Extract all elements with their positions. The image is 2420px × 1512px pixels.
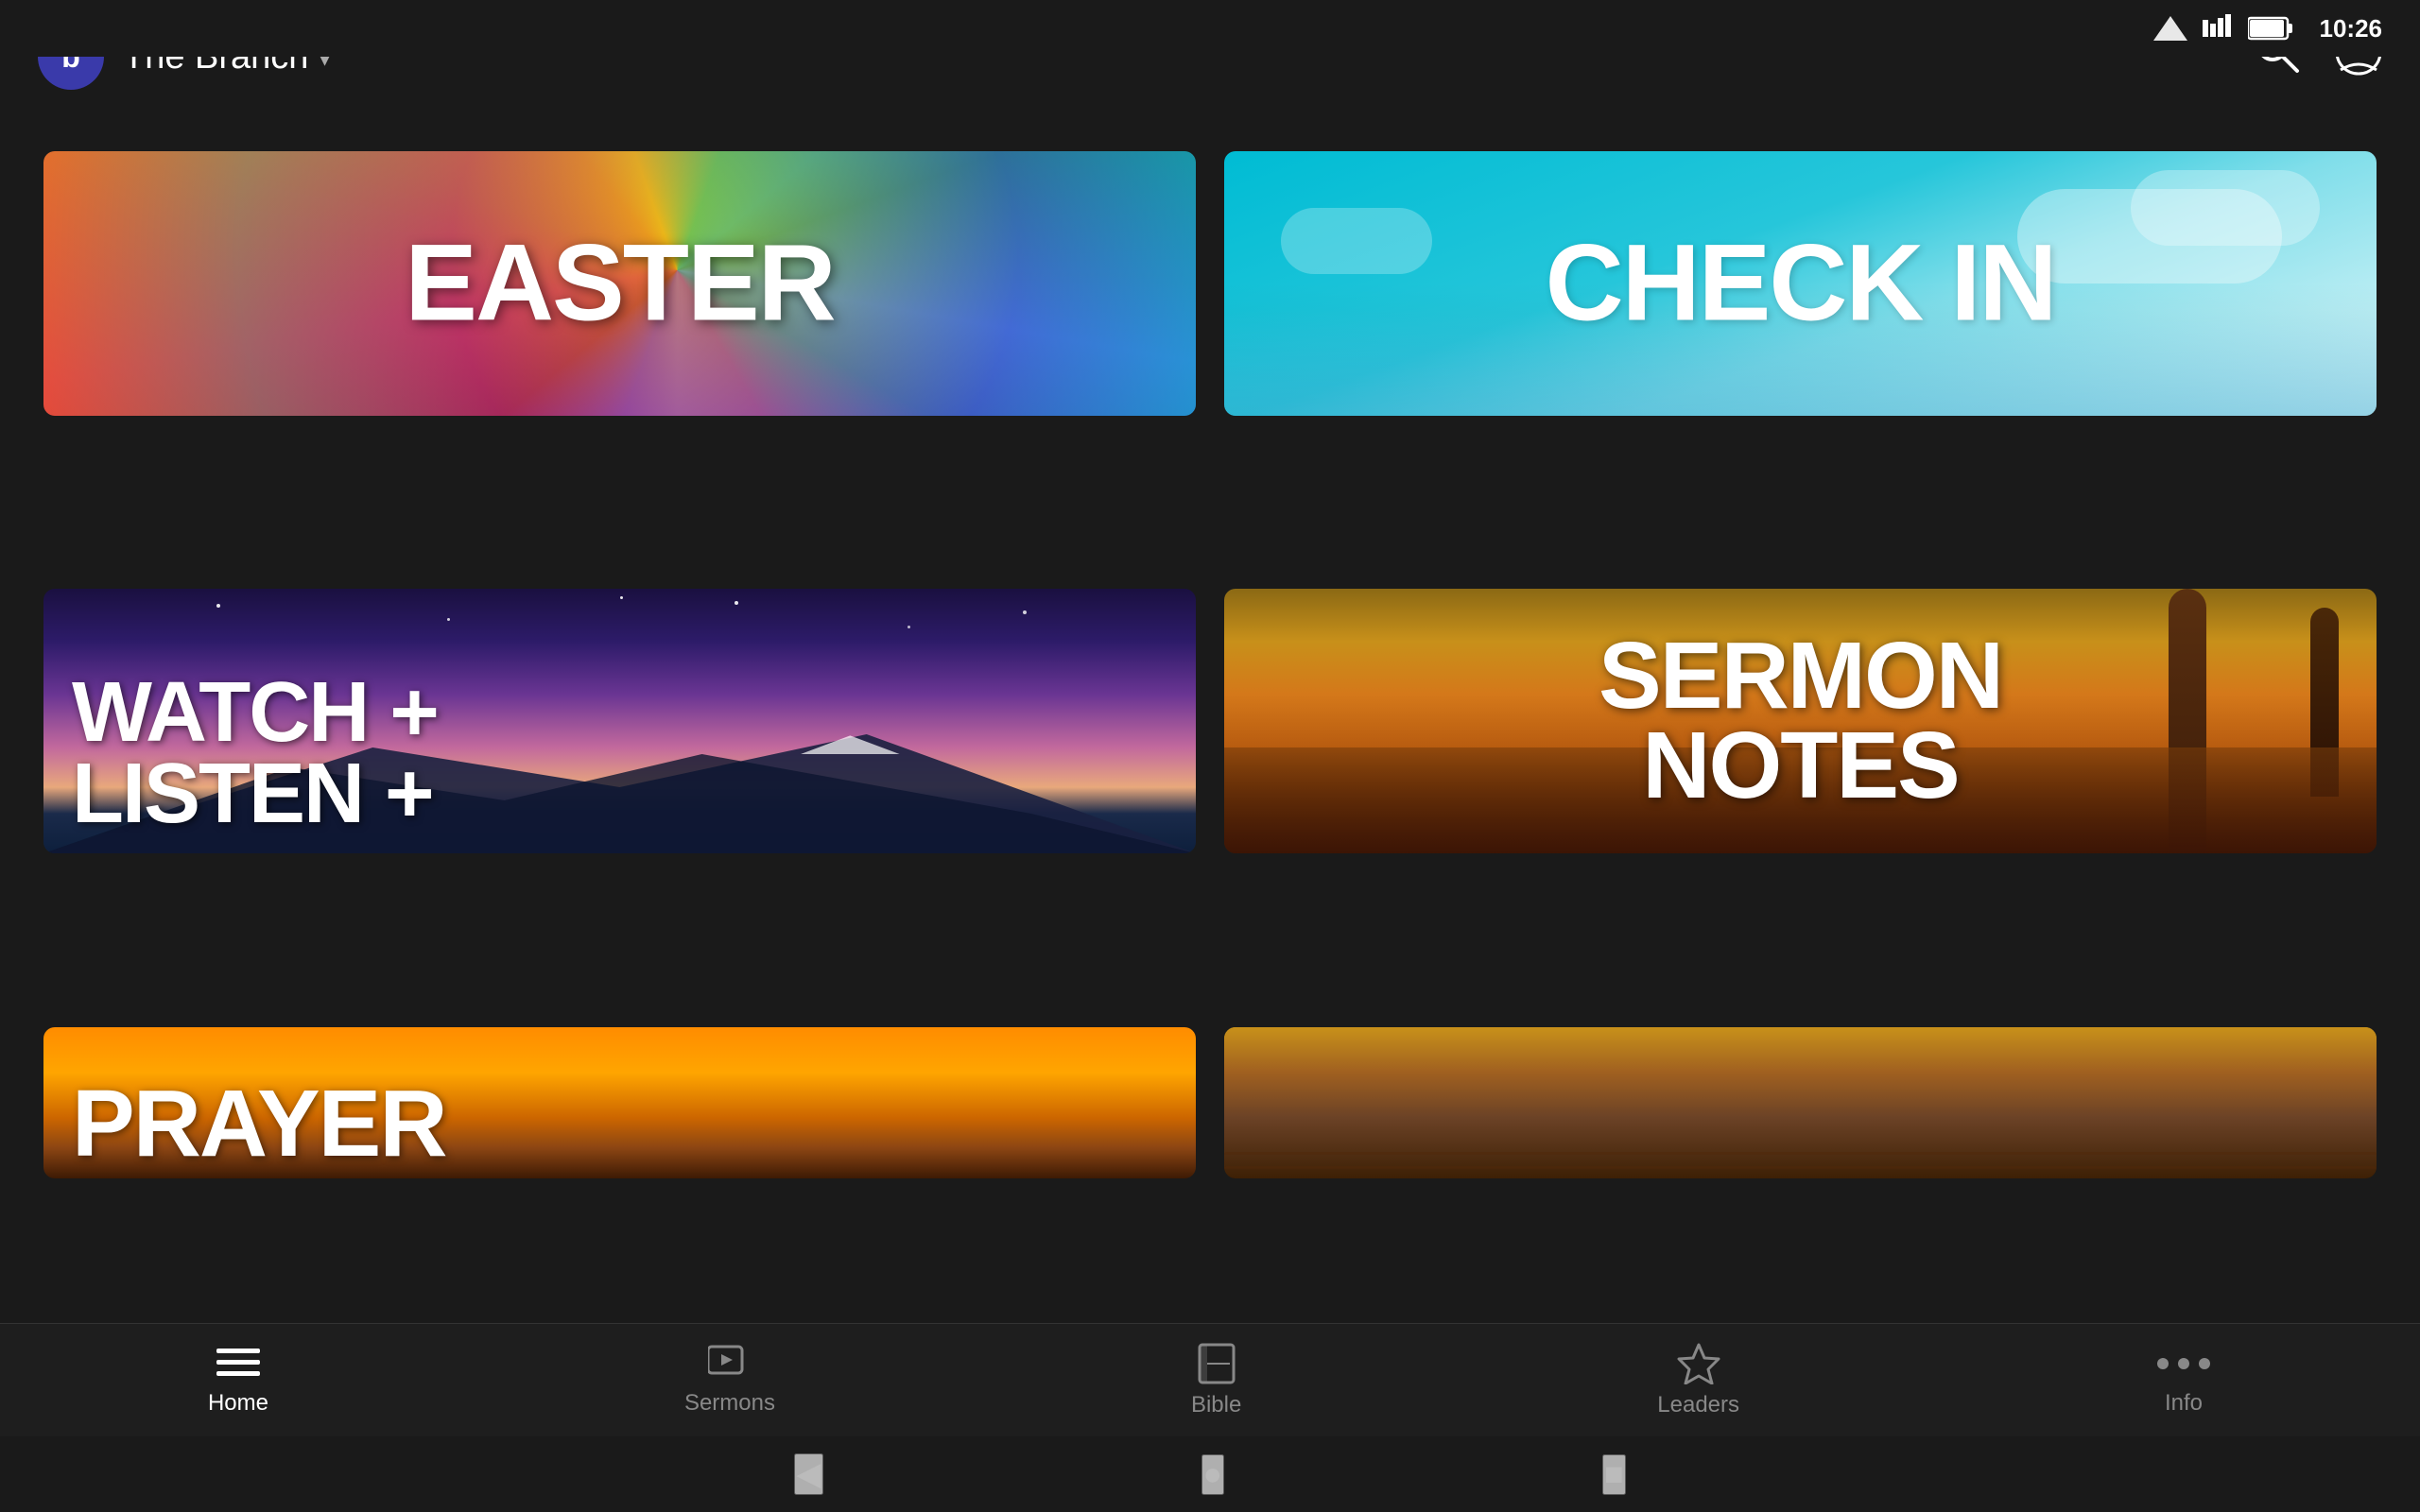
vineyard-rows — [1224, 1103, 2377, 1178]
nav-item-bible[interactable]: Bible — [1191, 1343, 1241, 1418]
recents-button[interactable]: ■ — [1602, 1454, 1626, 1495]
watch-listen-card[interactable]: WATCH + LISTEN + — [43, 589, 1196, 853]
star-4 — [908, 626, 910, 628]
home-button[interactable]: ● — [1201, 1454, 1225, 1495]
nav-info-label: Info — [2165, 1390, 2203, 1417]
status-icons: 10:26 — [2153, 14, 2383, 43]
status-time: 10:26 — [2320, 14, 2383, 43]
main-content: EASTER CHECK IN — [0, 113, 2420, 1361]
sermons-play-icon — [708, 1345, 752, 1383]
easter-card[interactable]: EASTER — [43, 151, 1196, 416]
prayer-card[interactable]: PRAYER — [43, 1027, 1196, 1178]
checkin-card[interactable]: CHECK IN — [1224, 151, 2377, 416]
nav-leaders-label: Leaders — [1657, 1392, 1739, 1418]
nav-bible-label: Bible — [1191, 1392, 1241, 1418]
bible-book-icon — [1198, 1343, 1236, 1384]
star-5 — [1023, 610, 1027, 614]
sermon-notes-label: SERMON NOTES — [1599, 631, 2002, 811]
nav-item-home[interactable]: Home — [208, 1345, 268, 1417]
prayer-label: PRAYER — [72, 1079, 446, 1169]
nav-item-leaders[interactable]: Leaders — [1657, 1343, 1739, 1418]
wifi-icon — [2201, 14, 2235, 43]
vineyard-row-2 — [1224, 1152, 2377, 1155]
back-button[interactable]: ◀ — [794, 1453, 822, 1495]
nav-item-sermons[interactable]: Sermons — [684, 1345, 775, 1417]
checkin-label: CHECK IN — [1282, 232, 2319, 335]
star-3 — [735, 601, 738, 605]
signal-icon — [2153, 14, 2187, 43]
nav-home-label: Home — [208, 1390, 268, 1417]
nav-sermons-label: Sermons — [684, 1390, 775, 1417]
status-bar: 10:26 — [0, 0, 2420, 57]
sermon-notes-card[interactable]: SERMON NOTES — [1224, 589, 2377, 853]
battery-icon — [2248, 16, 2293, 41]
watch-listen-label: WATCH + LISTEN + — [72, 673, 438, 834]
star-2 — [447, 618, 450, 621]
home-list-icon — [216, 1345, 260, 1383]
system-nav: ◀ ● ■ — [0, 1436, 2420, 1512]
leaders-star-icon — [1677, 1343, 1720, 1384]
nav-item-info[interactable]: Info — [2155, 1345, 2212, 1417]
vineyard-row-1 — [1224, 1166, 2377, 1169]
star-1 — [216, 604, 220, 608]
vineyard-card[interactable] — [1224, 1027, 2377, 1178]
star-6 — [620, 596, 623, 599]
easter-label: EASTER — [101, 232, 1138, 335]
bottom-nav: Home Sermons Bible Leaders Info — [0, 1323, 2420, 1436]
info-dots-icon — [2155, 1345, 2212, 1383]
